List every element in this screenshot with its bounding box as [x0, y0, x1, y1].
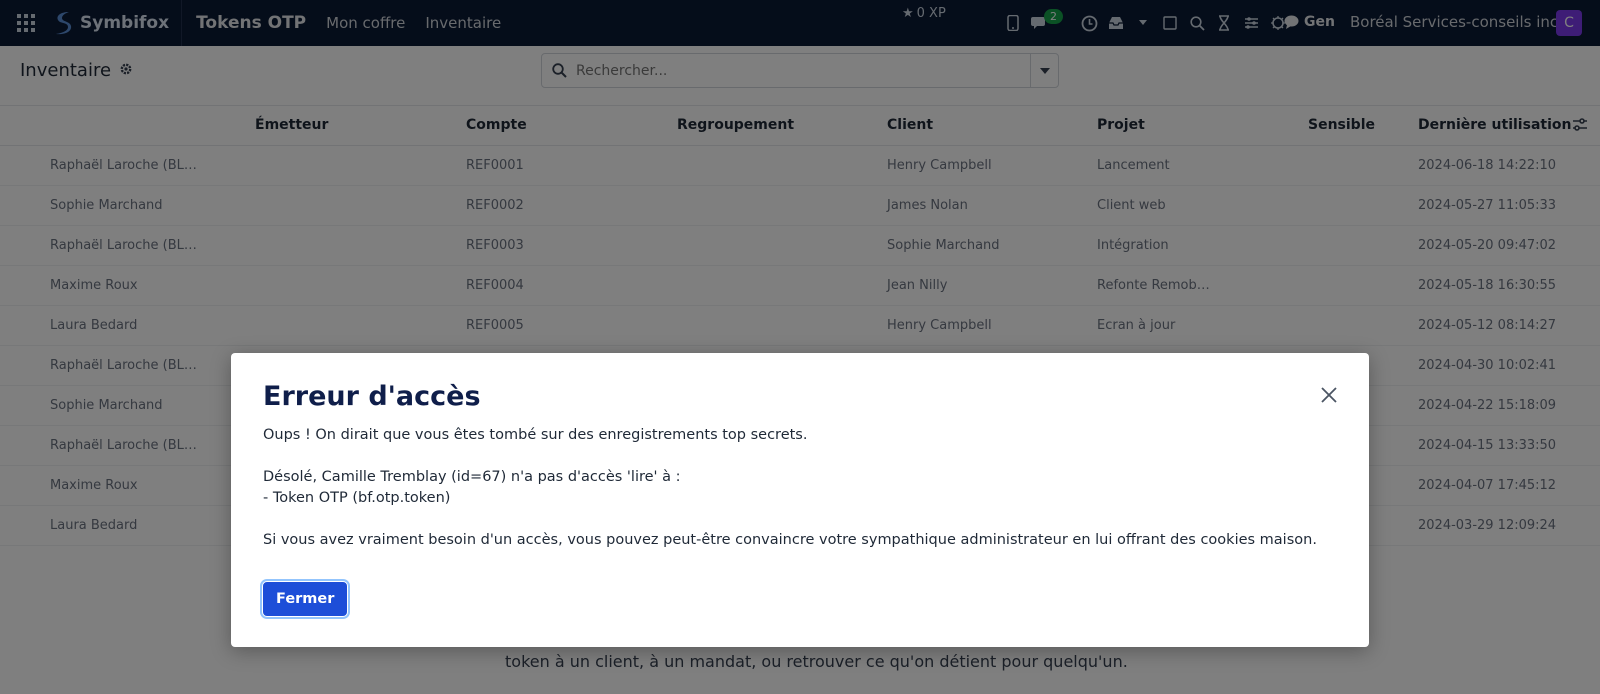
access-error-dialog: Erreur d'accès Oups ! On dirait que vous… [231, 353, 1369, 647]
dialog-message-model: - Token OTP (bf.otp.token) [263, 490, 451, 506]
dialog-message-denied: Désolé, Camille Tremblay (id=67) n'a pas… [263, 469, 681, 485]
dialog-message-intro: Oups ! On dirait que vous êtes tombé sur… [263, 427, 808, 443]
dialog-title: Erreur d'accès [263, 381, 481, 412]
dialog-body: Oups ! On dirait que vous êtes tombé sur… [263, 425, 1343, 551]
dialog-message-advice: Si vous avez vraiment besoin d'un accès,… [263, 532, 1317, 548]
close-button[interactable]: Fermer [259, 579, 351, 619]
close-icon[interactable] [1317, 383, 1341, 407]
